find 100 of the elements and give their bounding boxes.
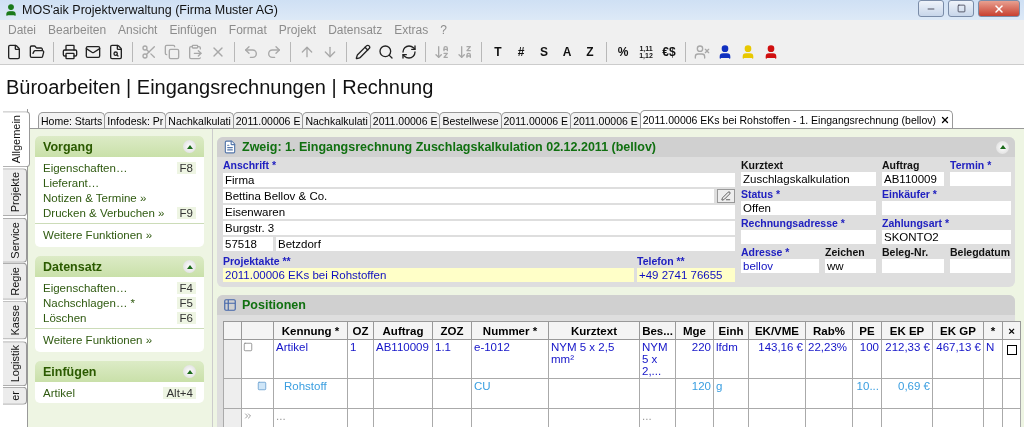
sidebar-link[interactable]: Drucken & Verbuchen » [43, 207, 165, 219]
address-field[interactable]: Burgstr. 3 [223, 221, 735, 235]
input-field[interactable]: bellov [741, 259, 819, 273]
table-cell: e-1012 [471, 339, 549, 379]
column-header[interactable]: EK EP [881, 321, 933, 340]
document-tab[interactable]: Nachkalkulati [165, 112, 234, 128]
zip-field[interactable]: 57518 [223, 237, 273, 251]
address-field[interactable]: Eisenwaren [223, 205, 735, 219]
minimize-button[interactable] [918, 0, 944, 17]
document-tab[interactable]: Home: Starts [38, 112, 106, 128]
file-icon [6, 43, 22, 60]
checkbox[interactable] [1006, 345, 1017, 355]
city-field[interactable]: Betzdorf [276, 237, 735, 251]
field-label: Anschrift * [223, 159, 278, 171]
column-header[interactable]: Auftrag [373, 321, 433, 340]
column-header[interactable]: Rab% [805, 321, 853, 340]
sidebar-link[interactable]: Nachschlagen… * [43, 297, 136, 309]
close-button[interactable] [978, 0, 1020, 17]
input-field[interactable]: AB110009 [882, 172, 944, 186]
column-header[interactable]: EK GP [932, 321, 984, 340]
column-header[interactable]: ZOZ [432, 321, 472, 340]
more-functions-link[interactable]: Weitere Funktionen » [35, 328, 204, 352]
input-field[interactable]: SKONTO2 [882, 230, 1011, 244]
toolbar-button[interactable]: S [533, 40, 555, 63]
column-header[interactable]: Mge [675, 321, 714, 340]
collapse-icon[interactable] [243, 342, 253, 352]
toolbar-button[interactable]: T [487, 40, 509, 63]
column-header[interactable]: EK/VME [748, 321, 806, 340]
input-field[interactable] [882, 259, 944, 273]
input-field[interactable] [741, 230, 876, 244]
side-tab[interactable]: Service [3, 217, 27, 263]
sidebar-link[interactable]: Löschen [43, 312, 87, 324]
document-tab[interactable]: 2011.00006 E [500, 112, 572, 128]
table-cell: 1 [347, 339, 374, 379]
maximize-icon [956, 4, 966, 13]
phone-field[interactable]: +49 2741 76655 [637, 268, 735, 282]
input-field[interactable]: Offen [741, 201, 876, 215]
maximize-button[interactable] [948, 0, 974, 17]
panel-title: Zweig: 1. Eingangsrechnung Zuschlagskalkulation 02.12.2011 (bellov) [242, 140, 657, 154]
sidebar-link[interactable]: Eigenschaften… [43, 162, 128, 174]
input-field[interactable] [950, 172, 1011, 186]
table-cell: 143,16 € [748, 339, 806, 379]
toolbar-button[interactable]: A [556, 40, 578, 63]
user-x-icon [694, 43, 710, 60]
user-icon [763, 43, 779, 60]
column-header[interactable]: Einh [713, 321, 749, 340]
side-tab[interactable]: Projekte [3, 168, 27, 217]
toolbar-button[interactable]: % [612, 40, 634, 63]
folder-icon [29, 43, 45, 60]
toolbar-button[interactable]: €$ [658, 40, 680, 63]
new-row-icon[interactable] [243, 411, 253, 421]
sidebar-link[interactable]: Eigenschaften… [43, 282, 128, 294]
document-tab[interactable]: 2011.00006 E [232, 112, 304, 128]
side-tab[interactable]: Allgemein [3, 111, 30, 168]
toolbar-button[interactable]: Z [579, 40, 601, 63]
field-label: Kurztext [741, 159, 784, 171]
input-field[interactable] [882, 201, 1011, 215]
collapse-button[interactable] [183, 140, 196, 153]
field-label: Projektakte ** [223, 255, 292, 267]
collapse-button[interactable] [996, 140, 1009, 154]
address-field[interactable]: Bettina Bellov & Co. [223, 189, 714, 203]
shortcut-key: F9 [176, 207, 196, 219]
more-functions-link[interactable]: Weitere Funktionen » [35, 223, 204, 247]
document-tab[interactable]: Infodesk: Pr [104, 112, 167, 128]
table-cell: Artikel [273, 339, 348, 379]
section-title: Einfügen [43, 364, 97, 379]
side-tab[interactable]: Logistik [3, 340, 27, 386]
side-tab[interactable]: er [3, 387, 27, 405]
sidebar-link[interactable]: Lieferant… [43, 177, 100, 189]
field-label: Auftrag [882, 159, 921, 171]
column-header[interactable]: Kennung * [273, 321, 348, 340]
column-header[interactable]: OZ [347, 321, 374, 340]
user-icon [740, 43, 756, 60]
project-field[interactable]: 2011.00006 EKs bei Rohstoffen [223, 268, 634, 282]
collapse-button[interactable] [183, 365, 196, 378]
address-field[interactable]: Firma [223, 173, 735, 187]
document-tab[interactable]: 2011.00006 E [570, 112, 641, 128]
input-field[interactable]: Zuschlagskalkulation [741, 172, 876, 186]
document-tab[interactable]: 2011.00006 EKs bei Rohstoffen - 1. Eingangsrechnung (bellov) [639, 110, 953, 128]
close-icon[interactable] [940, 114, 950, 125]
input-field[interactable]: ww [825, 259, 876, 273]
document-tab[interactable]: Bestellwese [439, 112, 502, 128]
document-tab[interactable]: Nachkalkulati [302, 112, 371, 128]
column-header[interactable]: PE [852, 321, 882, 340]
column-header[interactable]: Kurztext [548, 321, 640, 340]
toolbar-button[interactable]: # [510, 40, 532, 63]
table-cell: 22,23% [805, 339, 853, 379]
triangle-icon [186, 264, 193, 269]
sidebar-link[interactable]: Notizen & Termine » [43, 192, 147, 204]
side-tab[interactable]: Regie [3, 263, 27, 301]
input-field[interactable] [950, 259, 1011, 273]
table-cell: 120 [675, 378, 714, 409]
collapse-button[interactable] [183, 260, 196, 273]
table-cell: AB110009 [373, 339, 433, 379]
side-tab[interactable]: Kasse [3, 301, 27, 340]
sidebar-link[interactable]: Artikel [43, 387, 75, 399]
document-tab[interactable]: 2011.00006 E [369, 112, 441, 128]
column-header[interactable]: Bes... [639, 321, 676, 340]
column-header[interactable]: Nummer * [471, 321, 549, 340]
lookup-button[interactable] [717, 189, 735, 203]
